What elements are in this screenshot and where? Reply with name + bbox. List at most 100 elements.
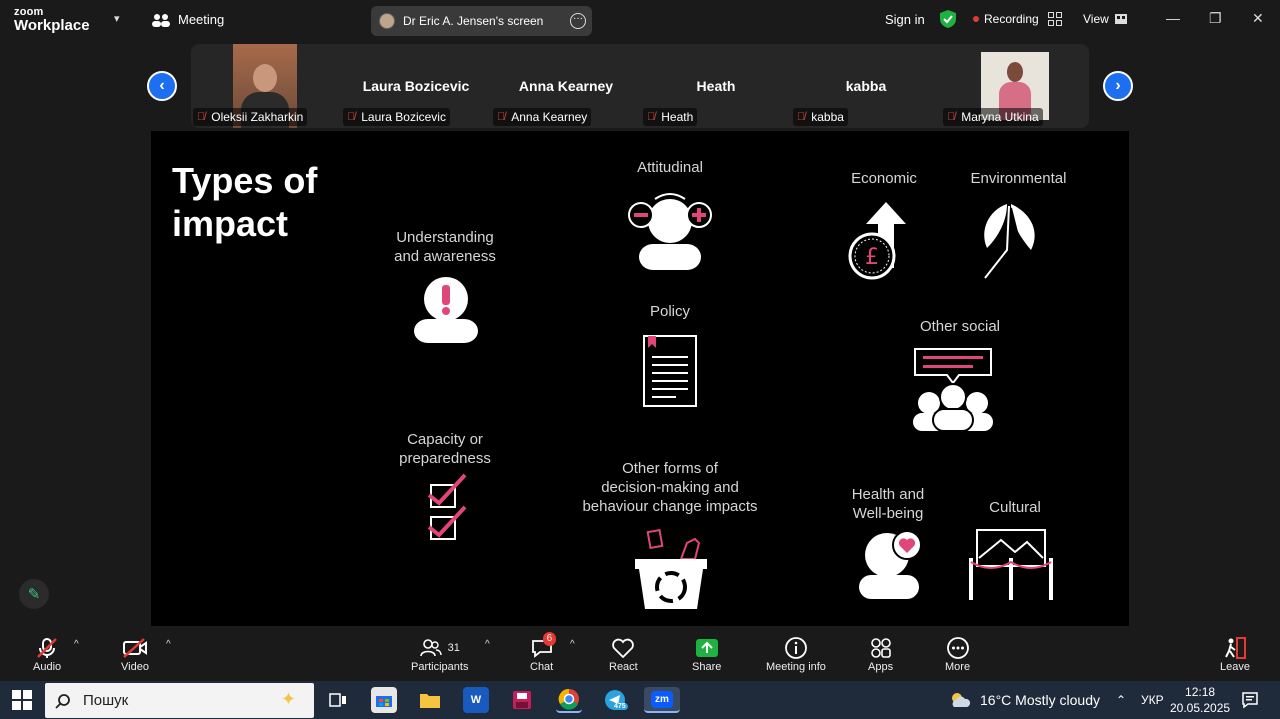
next-participants-button[interactable]: › — [1103, 71, 1133, 101]
meeting-tab[interactable]: Meeting — [152, 12, 224, 27]
chat-button[interactable]: 6 Chat — [530, 632, 557, 673]
security-shield-icon[interactable] — [940, 10, 956, 28]
participants-button[interactable]: 31 Participants — [411, 635, 468, 673]
more-options-icon[interactable]: ··· — [570, 13, 586, 29]
chrome-icon[interactable] — [556, 687, 582, 713]
mic-muted-icon: 🎙̸ — [347, 111, 356, 123]
health-label-line: Well-being — [852, 505, 924, 522]
zoom-app-icon[interactable]: zm — [644, 687, 680, 713]
screen-share-indicator[interactable]: Dr Eric A. Jensen's screen ··· — [371, 6, 592, 36]
apps-icon — [870, 638, 891, 658]
taskbar-search-box[interactable]: Пошук ✦ — [45, 683, 314, 718]
chevron-down-icon[interactable]: ▾ — [114, 12, 120, 25]
partly-cloudy-icon — [952, 693, 971, 707]
video-camera-off-icon — [122, 638, 147, 658]
cultural-gallery-icon — [969, 529, 1053, 600]
task-view-icon[interactable] — [325, 687, 351, 713]
pencil-icon: ✎ — [27, 586, 41, 603]
recording-dot-icon — [973, 16, 979, 22]
health-wellbeing-icon — [859, 530, 922, 599]
participant-tile[interactable]: 🎙̸ Oleksii Zakharkin — [191, 44, 341, 128]
windows-start-icon[interactable] — [12, 690, 32, 710]
svg-text:£: £ — [865, 245, 879, 270]
microsoft-store-icon[interactable] — [371, 687, 397, 713]
video-label: Video — [121, 661, 149, 673]
leave-label: Leave — [1220, 661, 1250, 673]
chevron-left-icon: ‹ — [159, 77, 165, 94]
weather-widget[interactable]: 16°C Mostly cloudy — [948, 691, 1100, 709]
participant-label: 🎙̸ Anna Kearney — [493, 108, 592, 126]
sharer-avatar — [379, 13, 395, 29]
close-icon[interactable]: ✕ — [1252, 10, 1264, 27]
participant-tile[interactable]: Anna Kearney 🎙̸ Anna Kearney — [491, 44, 641, 128]
chat-label: Chat — [530, 661, 554, 673]
search-placeholder: Пошук — [83, 692, 129, 709]
save-disk-icon[interactable] — [509, 687, 535, 713]
gallery-grid-icon[interactable] — [1048, 12, 1062, 26]
view-button[interactable]: View — [1083, 12, 1127, 26]
video-options-caret-icon[interactable]: ^ — [166, 639, 171, 650]
clock-date: 20.05.2025 — [1170, 701, 1231, 715]
search-icon — [55, 693, 70, 709]
mic-muted-icon: 🎙̸ — [947, 111, 956, 123]
participant-name: Anna Kearney — [511, 110, 588, 124]
other-forms-label-line: Other forms of — [622, 460, 718, 477]
participant-display-name: Anna Kearney — [518, 78, 614, 94]
chat-options-caret-icon[interactable]: ^ — [570, 639, 575, 650]
react-button[interactable]: React — [609, 635, 638, 673]
audio-button[interactable]: Audio — [33, 635, 61, 673]
participant-label: 🎙̸ Maryna Utkina — [943, 108, 1043, 126]
meeting-info-button[interactable]: Meeting info — [766, 635, 826, 673]
participant-name: Oleksii Zakharkin — [211, 110, 304, 124]
participants-options-caret-icon[interactable]: ^ — [485, 639, 490, 650]
other-forms-label-line: decision-making and — [601, 479, 739, 496]
attitudinal-icon — [628, 193, 712, 270]
annotate-pencil-button[interactable]: ✎ — [19, 579, 49, 609]
participant-name: Heath — [661, 110, 694, 124]
react-label: React — [609, 661, 638, 673]
zoom-workplace-logo[interactable]: zoom Workplace — [14, 7, 90, 34]
slide-title-line: impact — [172, 203, 289, 244]
understanding-label-line: Understanding — [396, 229, 494, 246]
word-icon[interactable]: W — [463, 687, 489, 713]
share-screen-button[interactable]: Share — [692, 635, 721, 673]
mic-muted-icon: 🎙̸ — [197, 111, 206, 123]
recording-indicator[interactable]: Recording — [973, 12, 1039, 26]
capacity-label-line: Capacity or — [407, 431, 483, 448]
participants-count: 31 — [447, 642, 460, 654]
apps-button[interactable]: Apps — [868, 635, 893, 673]
participants-strip: 🎙̸ Oleksii Zakharkin Laura Bozicevic 🎙̸ La… — [191, 44, 1089, 128]
more-label: More — [945, 661, 971, 673]
more-button[interactable]: More — [945, 635, 970, 673]
input-language-indicator[interactable]: УКР — [1141, 693, 1164, 707]
participant-tile[interactable]: 🎙̸ Maryna Utkina — [941, 44, 1089, 128]
participant-name: Laura Bozicevic — [361, 110, 446, 124]
participant-name: Maryna Utkina — [961, 110, 1039, 124]
previous-participants-button[interactable]: ‹ — [147, 71, 177, 101]
attitudinal-label: Attitudinal — [637, 159, 703, 176]
tray-overflow-chevron-icon[interactable]: ⌃ — [1116, 693, 1126, 707]
participant-tile[interactable]: Laura Bozicevic 🎙̸ Laura Bozicevic — [341, 44, 491, 128]
brand-bottom-text: Workplace — [14, 17, 90, 34]
leave-button[interactable]: Leave — [1220, 635, 1250, 673]
meeting-info-label: Meeting info — [766, 661, 826, 673]
sign-in-link[interactable]: Sign in — [885, 12, 925, 27]
restore-icon[interactable]: ❐ — [1209, 10, 1222, 27]
participant-tile[interactable]: Heath 🎙̸ Heath — [641, 44, 791, 128]
meeting-controls-bar: Audio ^ Video ^ 31 Participants ^ 6 Chat… — [0, 627, 1280, 681]
taskbar-clock[interactable]: 12:18 20.05.2025 — [1170, 684, 1230, 716]
leave-door-icon — [1225, 637, 1246, 659]
audio-options-caret-icon[interactable]: ^ — [74, 639, 79, 650]
video-button[interactable]: Video — [121, 635, 149, 673]
understanding-label-line: and awareness — [394, 248, 496, 265]
participant-name: kabba — [811, 110, 844, 124]
notification-center-icon[interactable] — [1241, 691, 1259, 709]
file-explorer-icon[interactable] — [417, 687, 443, 713]
participants-label: Participants — [411, 661, 469, 673]
minimize-icon[interactable]: — — [1166, 10, 1180, 26]
shared-slide: Types of impact Attitudinal Economic £ E… — [151, 131, 1129, 626]
telegram-icon[interactable]: 475 — [602, 687, 628, 713]
participant-display-name: Heath — [696, 78, 736, 94]
participant-tile[interactable]: kabba 🎙̸ kabba — [791, 44, 941, 128]
mic-muted-icon: 🎙̸ — [647, 111, 656, 123]
